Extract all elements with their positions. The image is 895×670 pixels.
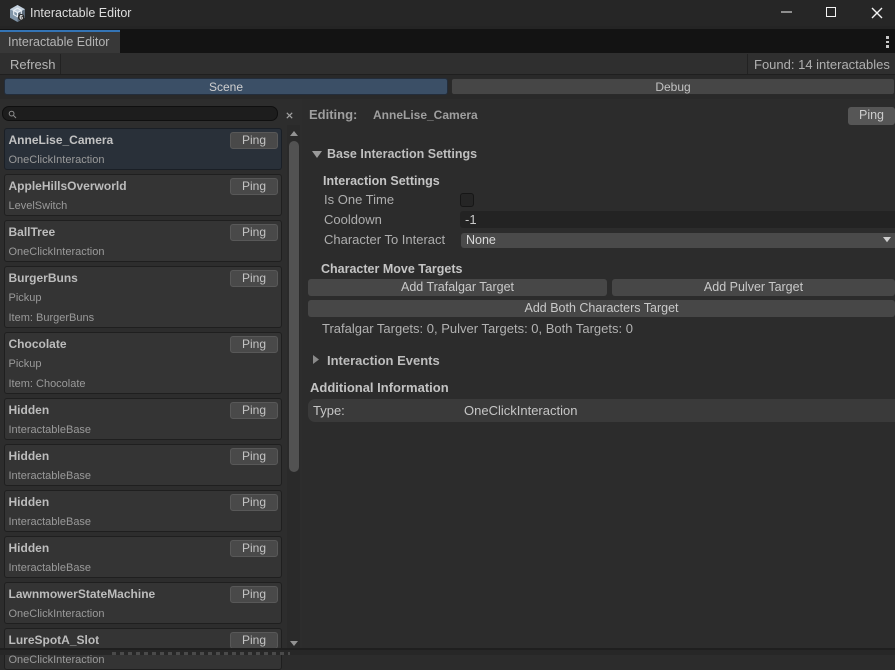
- svg-text:6: 6: [19, 15, 23, 22]
